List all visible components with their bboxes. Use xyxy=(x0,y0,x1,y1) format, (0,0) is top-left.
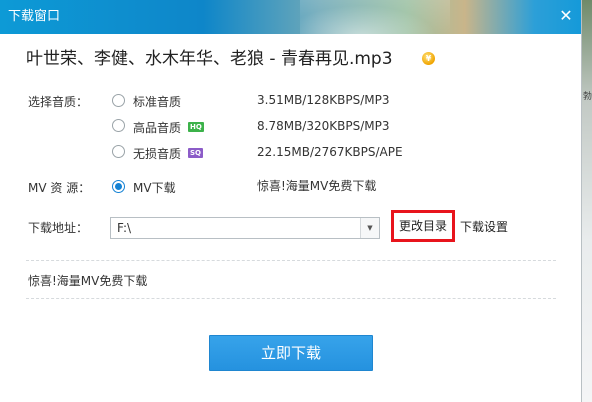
chevron-down-icon[interactable]: ▼ xyxy=(360,218,379,238)
download-settings-link[interactable]: 下载设置 xyxy=(460,219,508,235)
download-dialog: 下载窗口 ✕ 叶世荣、李健、水木年华、老狼 - 青春再见.mp3 ¥ 选择音质：… xyxy=(0,0,582,402)
background-window-edge: 勃 xyxy=(582,0,592,402)
mv-resource-label: MV 资 源： xyxy=(28,181,91,195)
change-directory-button[interactable]: 更改目录 xyxy=(391,210,455,242)
lossless-quality-spec: 22.15MB/2767KBPS/APE xyxy=(257,145,403,159)
song-title: 叶世荣、李健、水木年华、老狼 - 青春再见.mp3 xyxy=(26,49,393,69)
option-mv-download-label[interactable]: MV下载 xyxy=(133,180,176,196)
quality-label: 选择音质： xyxy=(28,95,89,109)
coin-icon: ¥ xyxy=(422,52,435,65)
option-lossless-quality-label[interactable]: 无损音质 xyxy=(133,146,181,162)
close-icon[interactable]: ✕ xyxy=(556,6,576,26)
standard-quality-spec: 3.51MB/128KBPS/MP3 xyxy=(257,93,390,107)
radio-high-quality[interactable] xyxy=(112,119,125,132)
radio-lossless-quality[interactable] xyxy=(112,145,125,158)
radio-mv-download[interactable] xyxy=(112,180,125,193)
sq-badge: SQ xyxy=(188,148,203,158)
download-path-select[interactable]: F:\ ▼ xyxy=(110,217,380,239)
high-quality-spec: 8.78MB/320KBPS/MP3 xyxy=(257,119,390,133)
divider-top xyxy=(26,260,556,261)
download-now-button[interactable]: 立即下载 xyxy=(209,335,373,371)
radio-standard-quality[interactable] xyxy=(112,94,125,107)
download-path-value: F:\ xyxy=(117,221,132,235)
download-path-label: 下载地址： xyxy=(28,221,89,235)
mv-promo-banner-text[interactable]: 惊喜!海量MV免费下载 xyxy=(28,273,147,289)
window-title: 下载窗口 xyxy=(8,9,61,24)
option-high-quality-label[interactable]: 高品音质 xyxy=(133,120,181,136)
hq-badge: HQ xyxy=(188,122,204,132)
option-standard-quality-label[interactable]: 标准音质 xyxy=(133,94,181,110)
mv-promo-text: 惊喜!海量MV免费下载 xyxy=(257,179,377,193)
title-bar[interactable]: 下载窗口 ✕ xyxy=(0,0,581,34)
title-bar-artwork xyxy=(300,0,450,34)
background-glyph: 勃 xyxy=(583,92,592,102)
divider-bottom xyxy=(26,298,556,299)
